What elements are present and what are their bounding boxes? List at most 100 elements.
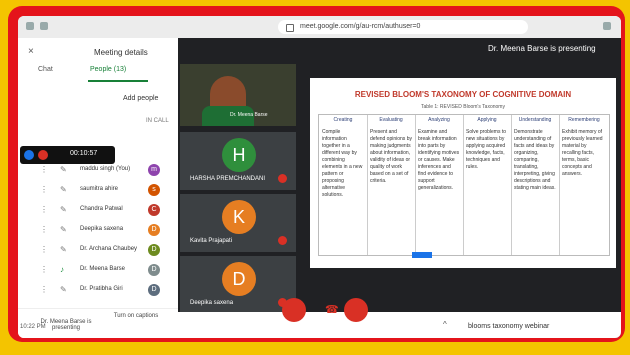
table-column: Remembering Exhibit memory of previously… — [559, 115, 609, 255]
tile-name: Kavita Prajapati — [190, 238, 233, 244]
mic-active-icon: ♪ — [60, 265, 64, 274]
more-icon[interactable]: ⋮ — [40, 245, 48, 254]
avatar: D — [148, 264, 160, 276]
camera-off-button[interactable] — [282, 298, 306, 322]
captions-button[interactable]: Turn on captions — [106, 313, 166, 319]
slide-subtitle: Table 1: REVISED Bloom's Taxonomy — [421, 104, 505, 110]
table-column: Understanding Demonstrate understanding … — [511, 115, 560, 255]
panel-bottom-bar: Turn on captions Dr. Meena Barse is pres… — [18, 308, 178, 338]
back-icon[interactable] — [26, 22, 34, 30]
participant-name: saumitra ahire — [80, 186, 119, 192]
mic-off-icon: ✎ — [60, 185, 67, 194]
browser-bar: meet.google.com/g/au-rcm/authuser=0 — [18, 16, 621, 39]
meet-screen: meet.google.com/g/au-rcm/authuser=0 × Me… — [18, 16, 621, 338]
avatar: C — [148, 204, 160, 216]
column-body: Compile information together in a differ… — [322, 129, 363, 198]
column-body: Examine and break information into parts… — [418, 129, 460, 191]
list-item[interactable]: ⋮ ♪ Dr. Meena Barse D — [18, 262, 178, 278]
mic-off-icon: ✎ — [60, 205, 67, 214]
column-header: Understanding — [518, 117, 552, 123]
clock: 10:22 PM — [20, 324, 46, 330]
column-header: Creating — [333, 117, 353, 123]
close-icon[interactable]: × — [28, 46, 34, 57]
column-header: Remembering — [568, 117, 600, 123]
more-icon[interactable]: ⋮ — [40, 205, 48, 214]
chevron-up-icon[interactable]: ^ — [443, 320, 447, 329]
column-header: Applying — [477, 117, 497, 123]
table-column: Creating Compile information together in… — [319, 115, 368, 255]
avatar: D — [148, 244, 160, 256]
list-item[interactable]: ⋮ ✎ Deepika saxena D — [18, 222, 178, 238]
participant-tile: H HARSHA PREMCHANDANI — [180, 132, 296, 190]
list-item[interactable]: ⋮ ✎ saumitra ahire s — [18, 182, 178, 198]
avatar: m — [148, 164, 160, 176]
taxonomy-table: Creating Compile information together in… — [318, 114, 610, 256]
table-column: Applying Solve problems to new situation… — [463, 115, 512, 255]
participant-name: Dr. Pratibha Giri — [80, 286, 123, 292]
menu-icon[interactable] — [603, 22, 611, 30]
slide-title: REVISED BLOOM'S TAXONOMY OF COGNITIVE DO… — [354, 90, 572, 99]
list-item[interactable]: ⋮ ✎ Dr. Archana Chaubey D — [18, 242, 178, 258]
list-item[interactable]: ⋮ ✎ Dr. Pratibha Giri D — [18, 282, 178, 298]
mic-off-icon: ✎ — [60, 245, 67, 254]
avatar: K — [222, 200, 256, 234]
presenting-label: Dr. Meena Barse is presenting — [488, 44, 596, 53]
lock-icon — [286, 24, 294, 32]
add-people-button[interactable]: Add people — [123, 95, 158, 102]
avatar: D — [148, 224, 160, 236]
column-header: Analyzing — [428, 117, 450, 123]
camera-tile: Dr. Meena Barse — [180, 64, 296, 126]
participant-tile: D Deepika saxena — [180, 256, 296, 314]
column-header: Evaluating — [379, 117, 403, 123]
panel-title: Meeting details — [94, 48, 148, 57]
presentation-stage: Dr. Meena Barse is presenting Dr. Meena … — [178, 38, 621, 338]
column-body: Demonstrate understanding of facts and i… — [514, 129, 556, 191]
table-column: Analyzing Examine and break information … — [415, 115, 464, 255]
participant-tiles: Dr. Meena Barse H HARSHA PREMCHANDANI K … — [178, 58, 298, 314]
meeting-name: blooms taxonomy webinar — [468, 323, 550, 330]
forward-icon[interactable] — [40, 22, 48, 30]
slide-button — [412, 252, 432, 258]
mic-off-icon: ✎ — [60, 225, 67, 234]
tab-people[interactable]: People (13) — [90, 66, 126, 73]
mic-off-icon — [278, 174, 287, 183]
more-icon[interactable]: ⋮ — [40, 225, 48, 234]
mic-off-icon: ✎ — [60, 285, 67, 294]
camera-name: Dr. Meena Barse — [230, 112, 268, 118]
participant-tile: K Kavita Prajapati — [180, 194, 296, 252]
tile-name: Deepika saxena — [190, 300, 234, 306]
more-icon[interactable]: ⋮ — [40, 165, 48, 174]
hangup-icon[interactable]: ☎ — [325, 303, 339, 316]
tile-name: HARSHA PREMCHANDANI — [190, 176, 266, 182]
mic-off-button[interactable] — [344, 298, 368, 322]
recording-time: 00:10:57 — [70, 150, 98, 157]
meeting-details-panel: × Meeting details People (13) Chat Add p… — [18, 38, 179, 338]
avatar: H — [222, 138, 256, 172]
active-tab-indicator — [88, 80, 148, 82]
participant-name: Chandra Patwal — [80, 206, 123, 212]
url-bar[interactable]: meet.google.com/g/au-rcm/authuser=0 — [278, 20, 528, 34]
list-item[interactable]: ⋮ ✎ maddu singh (You) m — [18, 162, 178, 178]
avatar: s — [148, 184, 160, 196]
url-text: meet.google.com/g/au-rcm/authuser=0 — [300, 23, 421, 30]
more-icon[interactable]: ⋮ — [40, 285, 48, 294]
participant-name: Dr. Archana Chaubey — [80, 246, 138, 252]
more-icon[interactable]: ⋮ — [40, 185, 48, 194]
column-body: Solve problems to new situations by appl… — [466, 129, 507, 170]
list-item[interactable]: ⋮ ✎ Chandra Patwal C — [18, 202, 178, 218]
shared-slide: REVISED BLOOM'S TAXONOMY OF COGNITIVE DO… — [310, 78, 616, 268]
participant-name: Deepika saxena — [80, 226, 124, 232]
meeting-bottom-bar — [178, 312, 621, 338]
mic-off-icon — [278, 236, 287, 245]
avatar: D — [148, 284, 160, 296]
table-column: Evaluating Present and defend opinions b… — [367, 115, 416, 255]
participant-name: maddu singh (You) — [80, 166, 131, 172]
participant-name: Dr. Meena Barse — [80, 266, 126, 272]
tab-chat[interactable]: Chat — [38, 66, 53, 73]
more-icon[interactable]: ⋮ — [40, 265, 48, 274]
avatar: D — [222, 262, 256, 296]
present-icon — [24, 150, 34, 160]
mic-off-icon: ✎ — [60, 165, 67, 174]
record-icon — [38, 150, 48, 160]
column-body: Present and defend opinions by making ju… — [370, 129, 412, 184]
